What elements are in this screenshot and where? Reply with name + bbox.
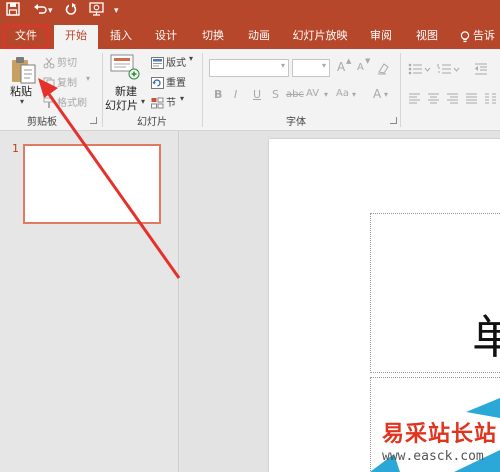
powerpoint-window: ▾ ▾ 文件 开始 插入 设计 切换 动画 幻灯片放映 审阅 视图 告诉 粘贴 … bbox=[0, 0, 500, 472]
arrow-annotation-icon bbox=[38, 78, 181, 279]
watermark-text: 易采站长站 bbox=[382, 421, 498, 447]
watermark-url: www.easck.com bbox=[382, 449, 484, 464]
